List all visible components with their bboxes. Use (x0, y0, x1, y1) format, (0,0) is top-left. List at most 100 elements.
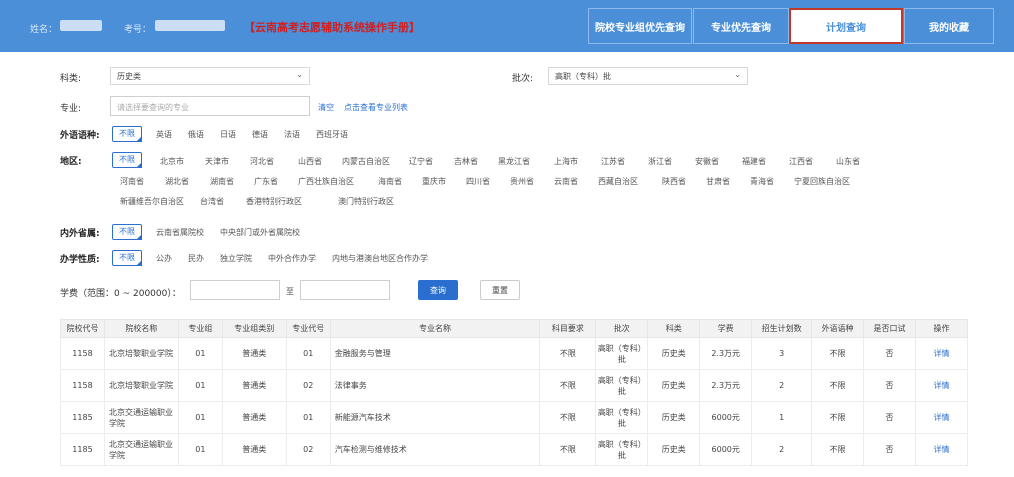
school-nature-none-button[interactable]: 不限 (112, 250, 142, 266)
region-option[interactable]: 河南省 (120, 176, 165, 187)
region-option[interactable]: 四川省 (466, 176, 510, 187)
subject-category-cell: 历史类 (647, 369, 701, 402)
college-code-cell: 1158 (60, 369, 105, 402)
query-button[interactable]: 查询 (418, 280, 458, 300)
subject-category-cell: 历史类 (647, 337, 701, 370)
tab-label: 我的收藏 (929, 22, 969, 34)
tab-my-favorites[interactable]: 我的收藏 (904, 8, 994, 44)
region-option[interactable]: 浙江省 (648, 156, 695, 167)
tab-label: 院校专业组优先查询 (595, 22, 685, 34)
language-option[interactable]: 日语 (220, 129, 236, 140)
region-option[interactable]: 青海省 (750, 176, 794, 187)
region-option[interactable]: 福建省 (742, 156, 789, 167)
language-label: 外语语种: (60, 130, 100, 141)
region-none-button[interactable]: 不限 (112, 152, 142, 168)
province-affiliation-option[interactable]: 云南省属院校 (156, 227, 204, 238)
region-option[interactable]: 山西省 (298, 156, 342, 167)
subject-requirement-cell: 不限 (539, 369, 597, 402)
user-manual-link[interactable]: 【云南高考志愿辅助系统操作手册】 (244, 19, 420, 35)
region-option[interactable]: 台湾省 (200, 196, 246, 207)
table-row: 1158 北京培黎职业学院 01 普通类 02 法律事务 不限 高职（专科）批 … (60, 369, 969, 402)
language-option[interactable]: 德语 (252, 129, 268, 140)
province-affiliation-row: 内外省属: 不限 云南省属院校 中央部门或外省属院校 (60, 224, 300, 240)
tab-plan-query[interactable]: 计划查询 (789, 8, 903, 44)
region-option[interactable]: 甘肃省 (706, 176, 750, 187)
region-option[interactable]: 北京市 (160, 156, 205, 167)
region-option[interactable]: 江苏省 (601, 156, 648, 167)
region-option[interactable]: 安徽省 (695, 156, 742, 167)
details-link[interactable]: 详情 (914, 369, 969, 402)
region-option[interactable]: 重庆市 (422, 176, 466, 187)
batch-select[interactable]: 高职（专科）批 ⌄ (548, 67, 748, 85)
details-link[interactable]: 详情 (914, 433, 969, 466)
region-option[interactable]: 新疆维吾尔自治区 (120, 196, 200, 207)
language-option[interactable]: 西班牙语 (316, 129, 348, 140)
view-major-list-link[interactable]: 点击查看专业列表 (344, 102, 408, 113)
region-option[interactable]: 湖北省 (165, 176, 210, 187)
tab-college-group-priority[interactable]: 院校专业组优先查询 (588, 8, 692, 44)
subject-category-cell: 历史类 (647, 433, 701, 466)
tab-major-priority[interactable]: 专业优先查询 (693, 8, 789, 44)
school-nature-option[interactable]: 独立学院 (220, 253, 252, 264)
major-group-type-cell: 普通类 (221, 401, 287, 434)
details-link[interactable]: 详情 (914, 401, 969, 434)
region-option[interactable]: 香港特别行政区 (246, 196, 338, 207)
language-option[interactable]: 俄语 (188, 129, 204, 140)
region-option[interactable]: 贵州省 (510, 176, 554, 187)
language-option[interactable]: 英语 (156, 129, 172, 140)
region-option[interactable]: 云南省 (554, 176, 598, 187)
language-none-button[interactable]: 不限 (112, 126, 142, 142)
batch-cell: 高职（专科）批 (595, 369, 649, 402)
tuition-cell: 2.3万元 (699, 369, 753, 402)
region-option[interactable]: 江西省 (789, 156, 836, 167)
region-option[interactable]: 广东省 (254, 176, 298, 187)
region-option[interactable]: 湖南省 (210, 176, 254, 187)
region-option[interactable]: 吉林省 (454, 156, 498, 167)
query-panel: 科类: 历史类 ⌄ 批次: 高职（专科）批 ⌄ 专业: 请选择要查询的专业 清空… (50, 56, 980, 477)
chevron-down-icon: ⌄ (734, 70, 741, 79)
region-option[interactable]: 河北省 (250, 156, 298, 167)
clear-link[interactable]: 清空 (318, 102, 334, 113)
reset-button[interactable]: 重置 (480, 280, 520, 300)
name-label: 姓名： (30, 25, 58, 35)
region-option[interactable]: 广西壮族自治区 (298, 176, 378, 187)
tab-label: 专业优先查询 (711, 22, 771, 34)
major-group-cell: 01 (177, 401, 223, 434)
exam-number-value-masked (155, 20, 225, 31)
major-name-cell: 金融服务与管理 (329, 337, 541, 370)
region-option[interactable]: 澳门特别行政区 (338, 196, 418, 207)
school-nature-option[interactable]: 公办 (156, 253, 172, 264)
province-affiliation-none-button[interactable]: 不限 (112, 224, 142, 240)
region-option[interactable]: 陕西省 (662, 176, 706, 187)
region-option[interactable]: 天津市 (205, 156, 250, 167)
enrollment-plan-cell: 2 (751, 433, 813, 466)
subject-select[interactable]: 历史类 ⌄ (110, 67, 310, 85)
language-option[interactable]: 法语 (284, 129, 300, 140)
province-affiliation-option[interactable]: 中央部门或外省属院校 (220, 227, 300, 238)
batch-select-value: 高职（专科）批 (555, 72, 611, 81)
region-option[interactable]: 山东省 (836, 156, 876, 167)
region-option[interactable]: 辽宁省 (409, 156, 454, 167)
column-header: 学费 (699, 319, 753, 338)
tuition-min-input[interactable] (190, 280, 280, 300)
region-option[interactable]: 上海市 (554, 156, 601, 167)
column-header: 专业组类别 (221, 319, 287, 338)
major-code-cell: 02 (285, 369, 331, 402)
column-header: 专业组 (177, 319, 223, 338)
region-option[interactable]: 内蒙古自治区 (342, 156, 409, 167)
school-nature-option[interactable]: 中外合作办学 (268, 253, 316, 264)
school-nature-option[interactable]: 民办 (188, 253, 204, 264)
major-code-cell: 02 (285, 433, 331, 466)
school-nature-option[interactable]: 内地与港澳台地区合作办学 (332, 253, 428, 264)
major-input[interactable]: 请选择要查询的专业 (110, 96, 310, 116)
column-header: 批次 (595, 319, 649, 338)
oral-test-cell: 否 (863, 369, 916, 402)
details-link[interactable]: 详情 (914, 337, 969, 370)
batch-cell: 高职（专科）批 (595, 337, 649, 370)
region-option[interactable]: 黑龙江省 (498, 156, 554, 167)
tuition-max-input[interactable] (300, 280, 390, 300)
region-option[interactable]: 西藏自治区 (598, 176, 662, 187)
region-option[interactable]: 海南省 (378, 176, 422, 187)
region-option[interactable]: 宁夏回族自治区 (794, 176, 874, 187)
college-name-cell: 北京交通运输职业学院 (103, 433, 179, 466)
